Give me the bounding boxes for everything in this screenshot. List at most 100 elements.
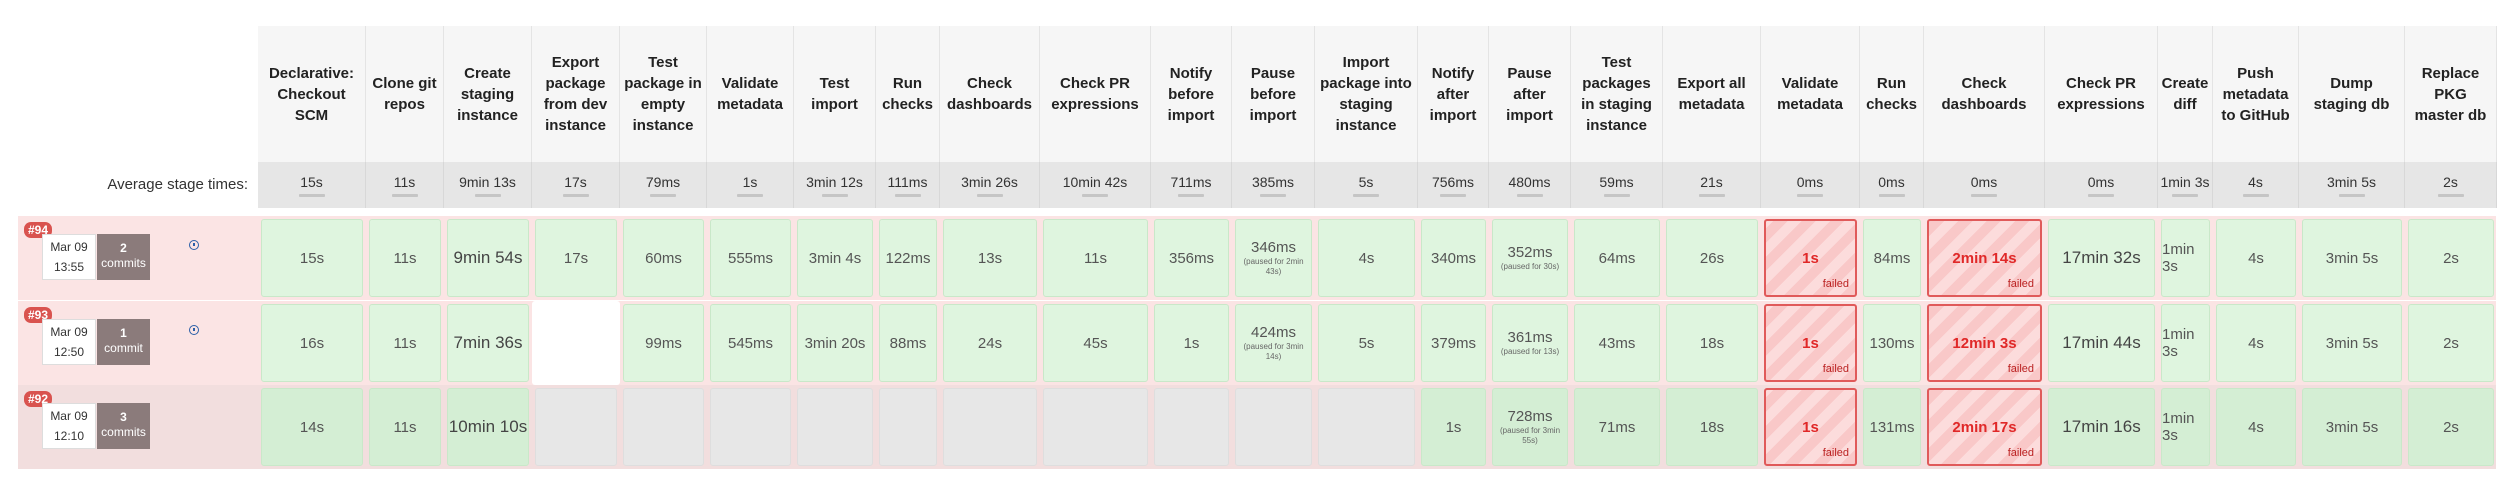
commits-count: 1 (120, 326, 127, 340)
stage-cell[interactable]: 24s (943, 304, 1037, 382)
stage-average-value: 9min 13s (459, 173, 516, 190)
stage-header: Check dashboards (1924, 26, 2045, 162)
stage-cell[interactable]: 11s (369, 388, 441, 466)
stage-cell[interactable]: 1min 3s (2161, 219, 2210, 297)
stage-cell[interactable]: 17min 16s (2048, 388, 2155, 466)
stage-cell[interactable]: 10min 10s (447, 388, 529, 466)
stage-cell[interactable]: 1s failed (1764, 219, 1857, 297)
stage-cell[interactable]: 1min 3s (2161, 304, 2210, 382)
stage-cell[interactable]: 3min 20s (797, 304, 873, 382)
stage-cell[interactable]: 71ms (1574, 388, 1660, 466)
stage-cell[interactable]: 2s (2408, 388, 2494, 466)
stage-cell[interactable]: 1s (1154, 304, 1229, 382)
stage-cell[interactable]: 64ms (1574, 219, 1660, 297)
stage-cell[interactable]: 99ms (623, 304, 704, 382)
stage-cell[interactable]: 356ms (1154, 219, 1229, 297)
stage-cell[interactable]: 11s (369, 219, 441, 297)
stage-duration: 18s (1699, 418, 1725, 436)
stage-cell[interactable]: 424ms (paused for 3min 14s) (1235, 304, 1312, 382)
stage-cell[interactable]: 13s (943, 219, 1037, 297)
stage-header: Pause after import (1489, 26, 1571, 162)
stage-cell[interactable]: 15s (261, 219, 363, 297)
stage-header: Pause before import (1232, 26, 1315, 162)
stage-average-value: 79ms (645, 173, 681, 190)
stage-cell[interactable]: 346ms (paused for 2min 43s) (1235, 219, 1312, 297)
stage-cell[interactable]: 16s (261, 304, 363, 382)
stage-cell[interactable]: 7min 36s (447, 304, 529, 382)
stage-average-bar (1971, 193, 1997, 197)
stage-cell[interactable]: 4s (2216, 219, 2296, 297)
stage-cell[interactable]: 4s (2216, 304, 2296, 382)
stage-cell[interactable]: 2min 14s failed (1927, 219, 2042, 297)
stage-cell[interactable]: 340ms (1421, 219, 1486, 297)
stage-cell[interactable]: 4s (1318, 219, 1415, 297)
stage-average-value: 4s (2248, 173, 2263, 190)
stage-cell[interactable]: 5s (1318, 304, 1415, 382)
stage-cell[interactable]: 3min 5s (2302, 219, 2402, 297)
info-icon[interactable] (189, 240, 199, 250)
stage-cell[interactable]: 1s (1421, 388, 1486, 466)
stage-cell[interactable]: 43ms (1574, 304, 1660, 382)
commits-link[interactable]: 3 commits (97, 403, 150, 449)
stage-duration: 17min 32s (2062, 248, 2141, 267)
commits-link[interactable]: 2 commits (97, 234, 150, 280)
stage-cell[interactable]: 18s (1666, 388, 1758, 466)
stage-duration: 16s (299, 334, 325, 352)
stage-cell[interactable]: 4s (2216, 388, 2296, 466)
stage-average-bar (2437, 193, 2464, 197)
stage-cell[interactable]: 3min 5s (2302, 388, 2402, 466)
stage-cell[interactable]: 361ms (paused for 13s) (1492, 304, 1568, 382)
stage-duration: 131ms (1869, 418, 1915, 436)
stage-average-value: 3min 5s (2326, 173, 2377, 190)
stage-cell[interactable]: 2min 17s failed (1927, 388, 2042, 466)
stage-average-value: 0ms (2087, 173, 2115, 190)
stage-cell[interactable]: 1s failed (1764, 304, 1857, 382)
stage-cell[interactable]: 379ms (1421, 304, 1486, 382)
stage-cell[interactable]: 545ms (710, 304, 791, 382)
stage-cell[interactable]: 14s (261, 388, 363, 466)
stage-cell[interactable]: 26s (1666, 219, 1758, 297)
stage-header: Test import (794, 26, 876, 162)
stage-duration: 2s (2443, 418, 2459, 436)
stage-duration: 11s (393, 249, 417, 267)
stage-cell[interactable]: 2s (2408, 219, 2494, 297)
stage-cell[interactable]: 2s (2408, 304, 2494, 382)
stage-cell[interactable]: 60ms (623, 219, 704, 297)
stage-duration: 2min 17s (1952, 418, 2017, 436)
stage-cell[interactable]: 728ms (paused for 3min 55s) (1492, 388, 1568, 466)
stage-cell[interactable]: 1s failed (1764, 388, 1857, 466)
stage-duration: 88ms (889, 334, 927, 352)
info-icon[interactable] (189, 325, 199, 335)
stage-average-time: 79ms (620, 162, 707, 208)
stage-cell[interactable]: 12min 3s failed (1927, 304, 2042, 382)
commits-label: commits (101, 425, 146, 439)
stage-cell[interactable]: 45s (1043, 304, 1148, 382)
commits-link[interactable]: 1 commit (97, 319, 150, 365)
stage-cell[interactable]: 3min 4s (797, 219, 873, 297)
stage-cell[interactable]: 352ms (paused for 30s) (1492, 219, 1568, 297)
stage-header: Test packages in staging instance (1571, 26, 1663, 162)
stage-cell[interactable]: 17min 44s (2048, 304, 2155, 382)
stage-cell[interactable]: 1min 3s (2161, 388, 2210, 466)
stage-cell[interactable]: 88ms (879, 304, 937, 382)
stage-duration: 1s (1802, 418, 1819, 436)
stage-cell[interactable]: 18s (1666, 304, 1758, 382)
stage-cell[interactable]: 84ms (1863, 219, 1921, 297)
stage-cell[interactable]: 3min 5s (2302, 304, 2402, 382)
stage-cell[interactable]: 122ms (879, 219, 937, 297)
stage-cell[interactable]: 17min 32s (2048, 219, 2155, 297)
stage-duration: 15s (299, 249, 325, 267)
stage-cell[interactable]: 131ms (1863, 388, 1921, 466)
stage-average-bar (1353, 193, 1379, 197)
stage-duration: 60ms (645, 249, 682, 267)
stage-cell[interactable]: 11s (369, 304, 441, 382)
stage-average-bar (894, 193, 921, 197)
stage-average-bar (562, 193, 589, 197)
stage-cell[interactable]: 17s (535, 219, 617, 297)
stage-header: Dump staging db (2299, 26, 2405, 162)
stage-cell[interactable]: 555ms (710, 219, 791, 297)
stage-duration: 11s (393, 334, 417, 352)
stage-cell[interactable]: 11s (1043, 219, 1148, 297)
stage-cell[interactable]: 9min 54s (447, 219, 529, 297)
stage-cell[interactable]: 130ms (1863, 304, 1921, 382)
